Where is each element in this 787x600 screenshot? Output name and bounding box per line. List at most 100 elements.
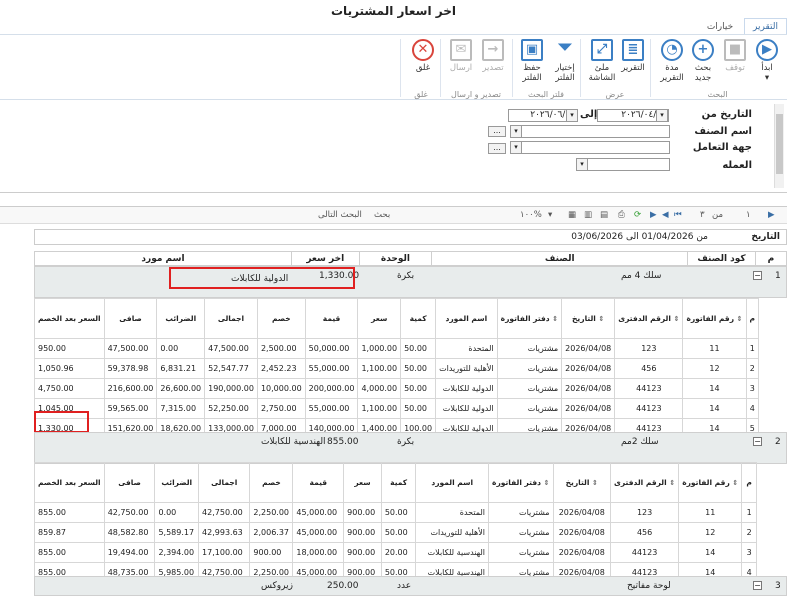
- col-supplier[interactable]: اسم مورد: [34, 251, 292, 266]
- next-search-link[interactable]: البحث التالى: [318, 210, 362, 220]
- sub-col-discount[interactable]: خصم: [256, 298, 306, 339]
- col-m[interactable]: م: [754, 251, 787, 266]
- sub-col-value[interactable]: قيمة: [304, 298, 359, 339]
- fullscreen-button[interactable]: ⤢ ملئ الشاشة: [585, 39, 619, 83]
- collapse-icon[interactable]: −: [753, 437, 762, 446]
- report-button[interactable]: ≣ التقرير: [616, 39, 650, 73]
- date-from-dropdown[interactable]: ▾: [656, 109, 668, 122]
- date-to-dropdown[interactable]: ▾: [566, 109, 578, 122]
- table-cell: 1,050.96: [34, 358, 105, 379]
- refresh-icon[interactable]: ⟳: [634, 210, 641, 220]
- table-cell: 2026/04/08: [561, 358, 616, 379]
- item-browse-button[interactable]: ...: [488, 126, 506, 137]
- sub-col-discount[interactable]: خصم: [249, 462, 294, 503]
- currency-dropdown[interactable]: ▾: [576, 158, 588, 171]
- sort-icon: ⇕: [669, 478, 676, 487]
- sub-col-net[interactable]: صافى: [103, 462, 156, 503]
- sub-col-taxes[interactable]: الضرائب: [156, 298, 206, 339]
- filter-scrollbar[interactable]: [774, 104, 784, 188]
- sub-col-total[interactable]: اجمالى: [204, 298, 258, 339]
- sub-col-book-no[interactable]: ⇕ الرقم الدفترى: [614, 298, 684, 339]
- page-setup-icon[interactable]: ▥: [584, 210, 592, 220]
- dealer-label: جهة التعامل: [692, 142, 752, 153]
- sub-col-qty[interactable]: كمية: [380, 462, 417, 503]
- table-cell: 1,000.00: [357, 338, 402, 359]
- prev-page-icon[interactable]: ◀: [662, 210, 669, 220]
- sub-col-inv-no[interactable]: ⇕ رقم الفاتورة: [682, 298, 747, 339]
- col-last-price[interactable]: اخر سعر: [290, 251, 360, 266]
- table-row[interactable]: 3 14 44123 2026/04/08 مشتريات الهندسية للكابل…: [34, 542, 757, 563]
- sub-col-total[interactable]: اجمالى: [198, 462, 251, 503]
- table-row[interactable]: 1 11 123 2026/04/08 مشتريات المتحدة 50.00 1,000…: [34, 338, 760, 359]
- currency-select[interactable]: [576, 158, 670, 171]
- tab-options[interactable]: خيارات: [699, 19, 741, 35]
- stop-button[interactable]: ■ توقف: [718, 39, 752, 73]
- sub-col-book-no[interactable]: ⇕ الرقم الدفترى: [609, 462, 680, 503]
- table-cell: 2026/04/08: [561, 398, 616, 419]
- sub-col-price[interactable]: سعر: [343, 462, 382, 503]
- table-row[interactable]: 3 14 44123 2026/04/08 مشتريات الدولية للكابلا…: [34, 378, 760, 399]
- select-filter-button[interactable]: ⏷ إختيار الفلتر: [548, 39, 582, 84]
- export-icon[interactable]: ▦: [568, 210, 576, 220]
- table-cell: 14: [678, 542, 743, 563]
- group-2-detail: م ⇕ رقم الفاتورة ⇕ الرقم الدفترى ⇕ التار…: [34, 462, 757, 583]
- table-cell: 2026/04/08: [561, 378, 616, 399]
- collapse-icon[interactable]: −: [753, 271, 762, 280]
- export-button[interactable]: → تصدير: [476, 39, 510, 73]
- close-button[interactable]: ✕ غلق: [406, 39, 440, 73]
- sub-col-inv-book[interactable]: ⇕ دفتر الفاتورة: [488, 462, 554, 503]
- table-cell: 44123: [614, 398, 684, 419]
- collapse-icon[interactable]: −: [753, 581, 762, 590]
- zoom-dropdown[interactable]: ▾: [548, 210, 552, 220]
- sub-col-inv-book[interactable]: ⇕ دفتر الفاتورة: [496, 298, 563, 339]
- dealer-browse-button[interactable]: ...: [488, 143, 506, 154]
- sub-col-supplier[interactable]: اسم المورد: [415, 462, 490, 503]
- print-icon[interactable]: ⎙: [618, 210, 625, 220]
- sub-col-inv-no[interactable]: ⇕ رقم الفاتورة: [678, 462, 743, 503]
- zoom-level[interactable]: ١٠٠%: [520, 210, 542, 220]
- sub-col-value[interactable]: قيمة: [292, 462, 345, 503]
- send-button[interactable]: ✉ ارسال: [444, 39, 478, 73]
- first-page-icon[interactable]: ⏮: [674, 210, 682, 220]
- dealer-dropdown[interactable]: ▾: [510, 141, 522, 154]
- table-cell: الدولية للكابلات: [435, 398, 498, 419]
- sub-col-taxes[interactable]: الضرائب: [154, 462, 200, 503]
- table-row[interactable]: 2 12 456 2026/04/08 مشتريات الأهلية للتوريدات…: [34, 358, 760, 379]
- table-cell: 12: [682, 358, 747, 379]
- table-cell: 55,000.00: [304, 398, 359, 419]
- sub-col-net[interactable]: صافى: [103, 298, 158, 339]
- group-row[interactable]: 2 − سلك 2مم بكرة 855.00 الهندسية للكابلا…: [34, 432, 787, 464]
- layout-icon[interactable]: ▤: [600, 210, 608, 220]
- sub-col-m[interactable]: م: [741, 462, 757, 503]
- save-filter-button[interactable]: ▣ حفظ الفلتر: [515, 39, 549, 83]
- table-row[interactable]: 4 14 44123 2026/04/08 مشتريات الدولية للكابلا…: [34, 398, 760, 419]
- sub-col-price-after[interactable]: السعر بعد الخصم: [34, 298, 105, 339]
- search-link[interactable]: بحث: [374, 210, 390, 220]
- col-unit[interactable]: الوحدة: [358, 251, 433, 266]
- table-cell: 1: [741, 502, 757, 523]
- table-cell: 20.00: [380, 542, 417, 563]
- dealer-input[interactable]: [510, 141, 670, 154]
- sub-col-qty[interactable]: كمية: [400, 298, 437, 339]
- new-search-button[interactable]: + بحث جديد: [686, 39, 720, 83]
- item-name-dropdown[interactable]: ▾: [510, 125, 522, 138]
- start-button[interactable]: ▶ ابدأ ▾: [750, 39, 784, 83]
- tab-report[interactable]: التقرير: [744, 18, 787, 34]
- sub-col-m[interactable]: م: [745, 298, 760, 339]
- sub-col-price[interactable]: سعر: [357, 298, 402, 339]
- col-item[interactable]: الصنف: [431, 251, 689, 266]
- table-row[interactable]: 2 12 456 2026/04/08 مشتريات الأهلية للتوريدات…: [34, 522, 757, 543]
- sub-col-date[interactable]: ⇕ التاريخ: [561, 298, 616, 339]
- table-row[interactable]: 1 11 123 2026/04/08 مشتريات المتحدة 50.00 900.0…: [34, 502, 757, 523]
- sub-col-supplier[interactable]: اسم المورد: [435, 298, 498, 339]
- sub-col-date[interactable]: ⇕ التاريخ: [552, 462, 611, 503]
- page-number[interactable]: ١: [746, 210, 751, 220]
- item-name-input[interactable]: [510, 125, 670, 138]
- play-icon[interactable]: ▶: [768, 210, 775, 220]
- group-row[interactable]: 1 − سلك 4 مم بكرة 1,330.00 الدولية للكاب…: [34, 266, 787, 298]
- report-period-button[interactable]: ◔ مدة التقرير: [655, 39, 689, 83]
- next-page-icon[interactable]: ▶: [650, 210, 657, 220]
- group-row[interactable]: 3 − لوحة مفاتيح عدد 250.00 زيروكس: [34, 576, 787, 596]
- col-item-code[interactable]: كود الصنف: [687, 251, 756, 266]
- sub-col-price-after[interactable]: السعر بعد الخصم: [34, 462, 105, 503]
